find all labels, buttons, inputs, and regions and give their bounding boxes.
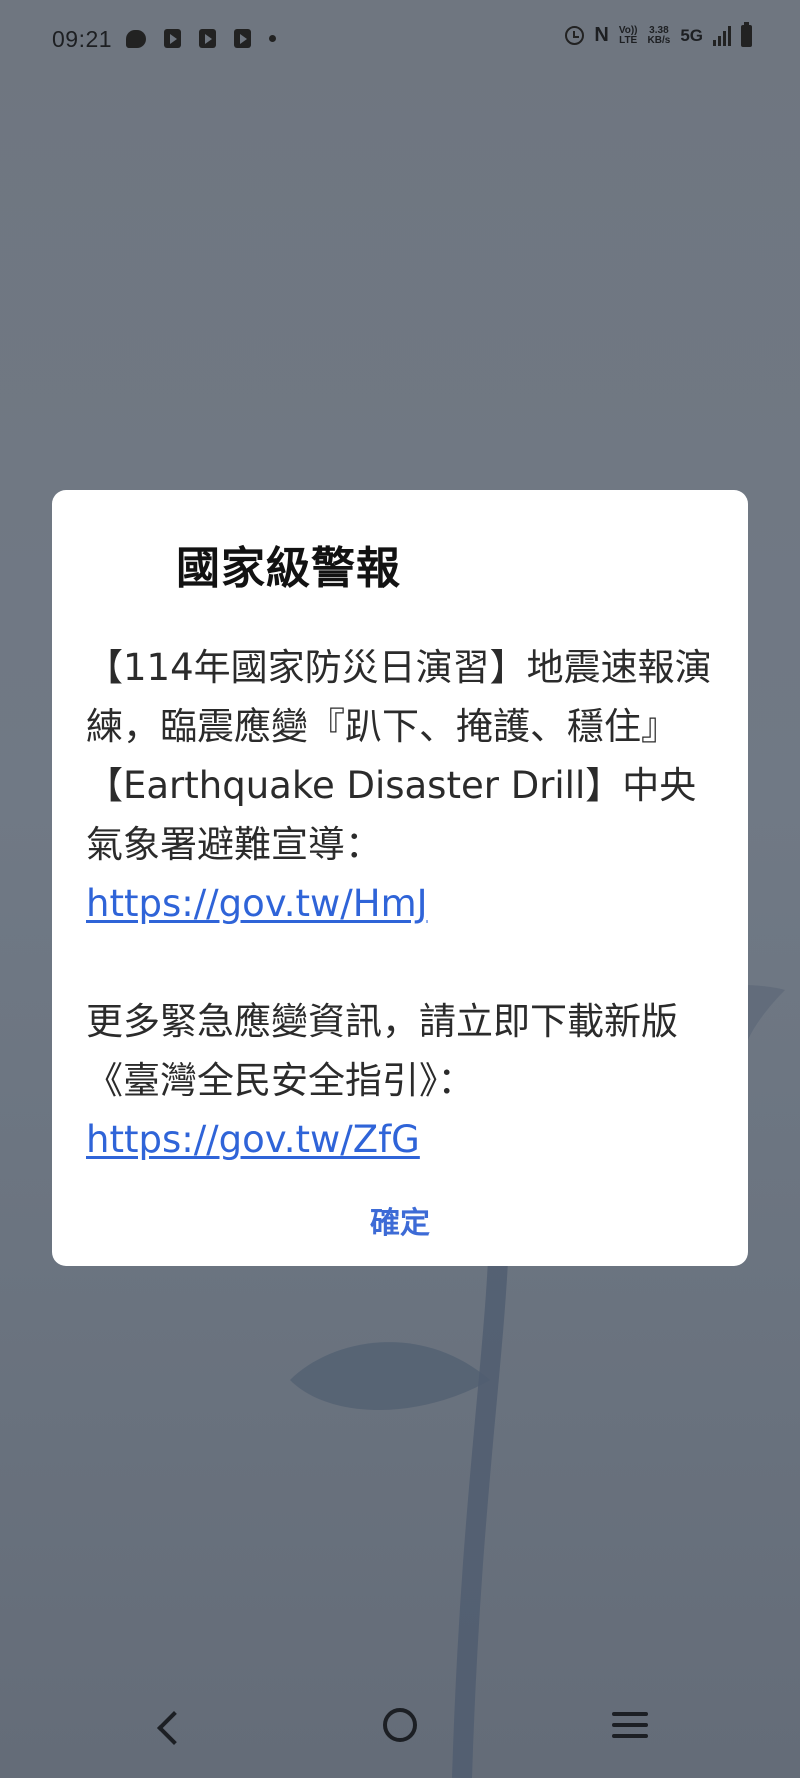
volte-bottom-label: LTE (619, 34, 638, 46)
dialog-message: 【114年國家防災日演習】地震速報演練，臨震應變『趴下、掩護、穩住』【Earth… (86, 638, 714, 1169)
network-speed-unit: KB/s (647, 34, 671, 46)
message-paragraph-2: 更多緊急應變資訊，請立即下載新版《臺灣全民安全指引》： https://gov.… (86, 992, 714, 1169)
system-icons: N Vo)) LTE 3.38 KB/s 5G (565, 21, 752, 47)
message-paragraph-1: 【114年國家防災日演習】地震速報演練，臨震應變『趴下、掩護、穩住』【Earth… (86, 638, 714, 933)
volte-icon: Vo)) LTE (619, 25, 638, 46)
message-text-1: 【114年國家防災日演習】地震速報演練，臨震應變『趴下、掩護、穩住』【Earth… (86, 646, 712, 866)
play-icon (199, 29, 216, 48)
menu-icon[interactable] (612, 1712, 648, 1745)
home-icon[interactable] (383, 1708, 417, 1742)
link-zfg[interactable]: https://gov.tw/ZfG (86, 1118, 420, 1161)
alert-dialog: 國家級警報 【114年國家防災日演習】地震速報演練，臨震應變『趴下、掩護、穩住』… (52, 490, 748, 1266)
battery-icon (741, 21, 752, 47)
play-icon (234, 29, 251, 48)
status-bar: 09:21 N Vo)) LTE 3.38 KB/s 5G (0, 0, 800, 84)
link-hmj[interactable]: https://gov.tw/HmJ (86, 882, 428, 925)
dialog-title: 國家級警報 (176, 543, 401, 594)
navigation-bar (0, 1690, 800, 1778)
notification-icons (126, 29, 276, 48)
message-text-2: 更多緊急應變資訊，請立即下載新版《臺灣全民安全指引》： (86, 1000, 678, 1102)
alarm-icon (565, 26, 585, 45)
network-speed: 3.38 KB/s (647, 25, 671, 46)
status-time: 09:21 (52, 26, 113, 52)
ok-button[interactable]: 確定 (52, 1198, 748, 1242)
network-type: 5G (680, 25, 703, 45)
dot-icon (269, 35, 276, 42)
signal-icon (713, 25, 731, 46)
chat-icon (126, 29, 146, 48)
nfc-icon: N (594, 24, 609, 46)
play-icon (164, 29, 181, 48)
back-icon[interactable] (157, 1711, 191, 1745)
